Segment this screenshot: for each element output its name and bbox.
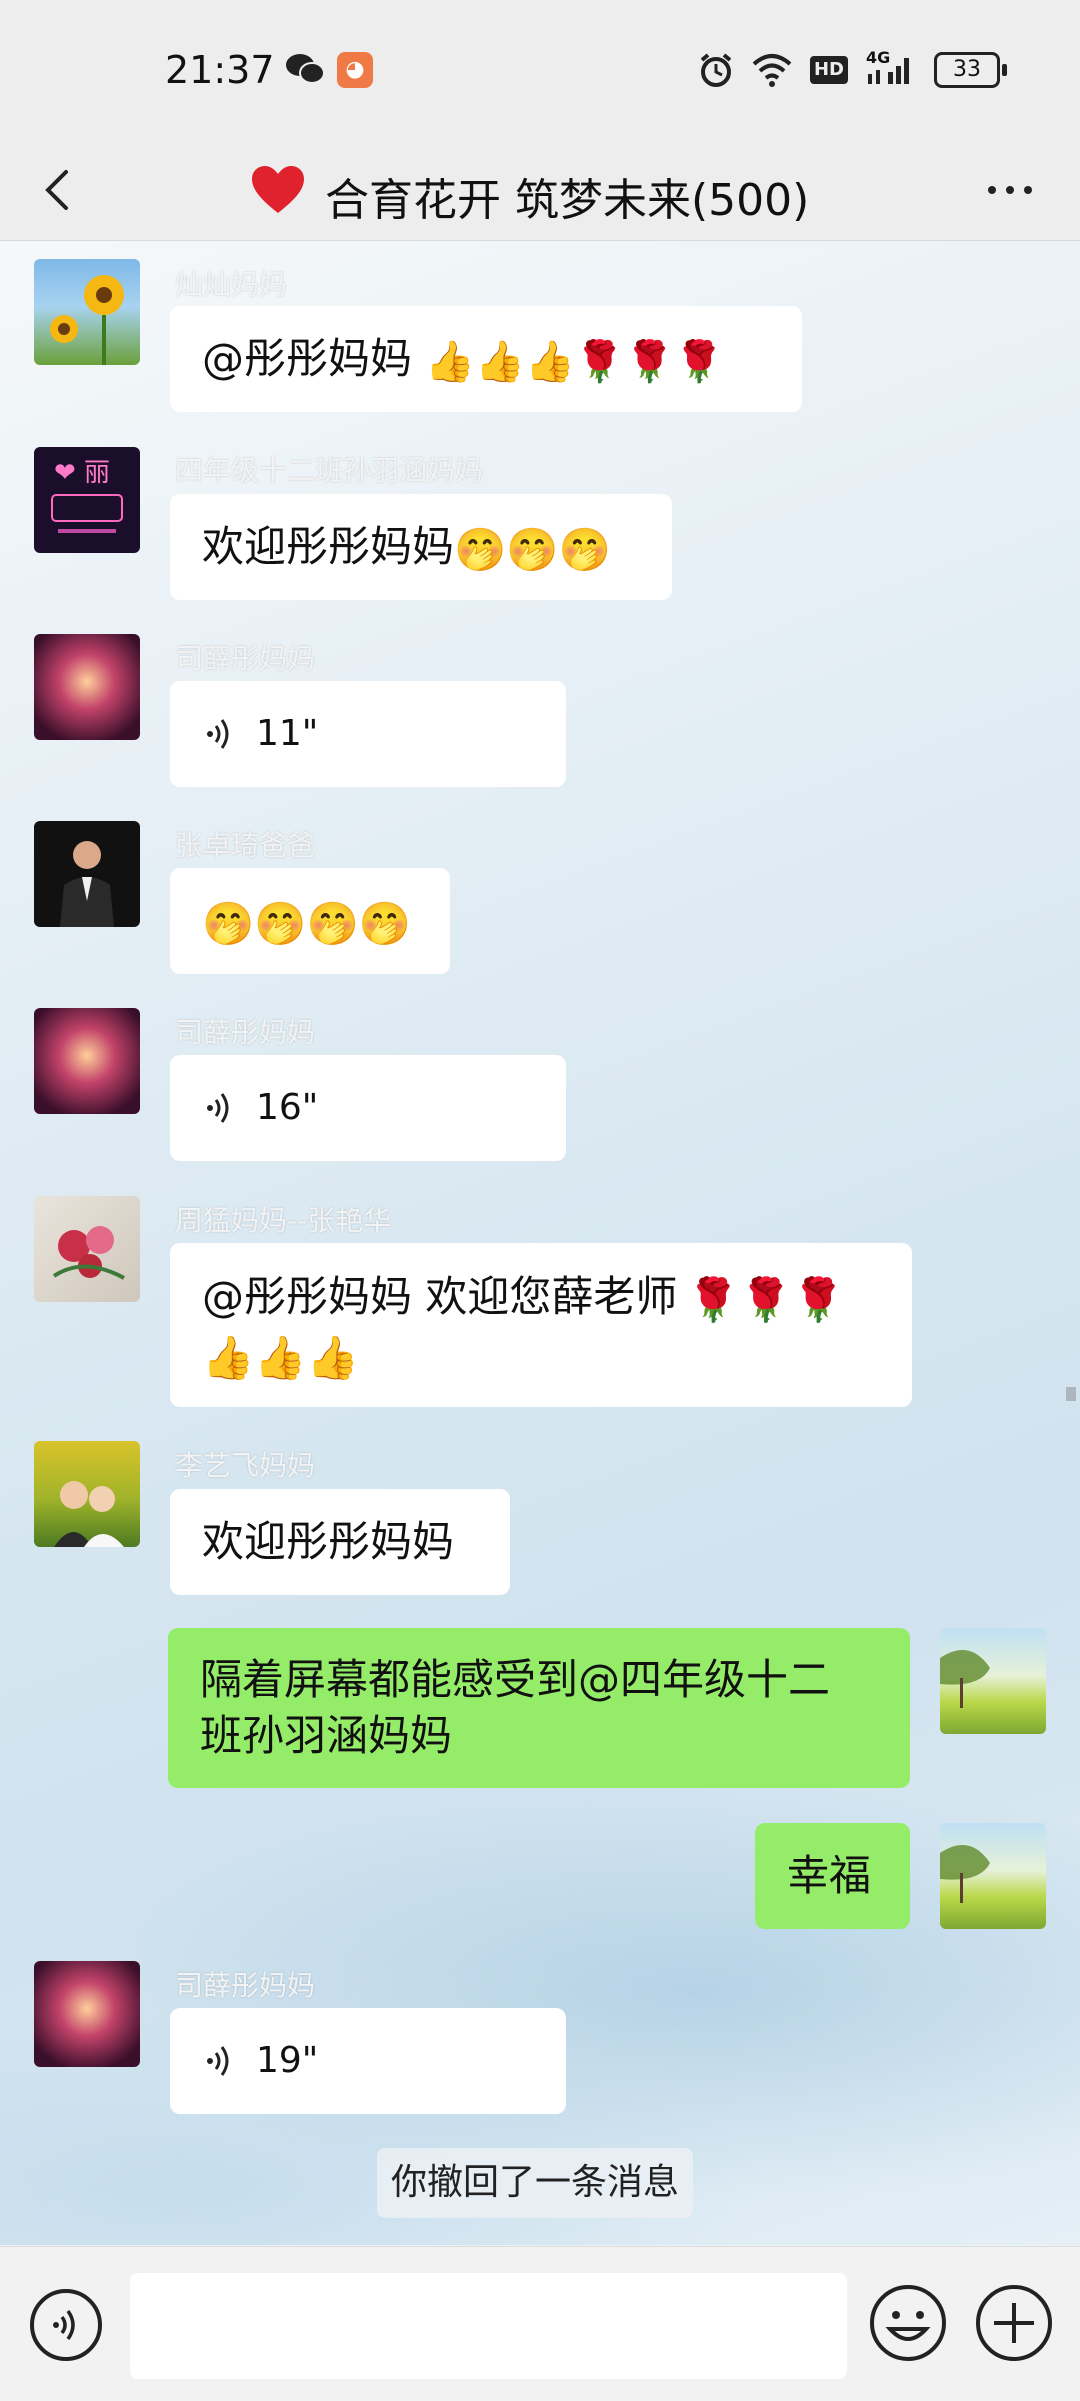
battery-indicator: 33 [934,52,1007,88]
wifi-icon [752,54,792,87]
message-text: 欢迎彤彤妈妈 [202,1517,455,1566]
more-dots-icon[interactable] [980,160,1040,220]
status-time: 21:37 [165,48,275,92]
emoji-sequence: 🤭🤭🤭 [454,524,611,574]
message-text-line: 班孙羽涵妈妈 [200,1711,453,1760]
chat-messages[interactable]: 灿灿妈妈 @彤彤妈妈 👍👍👍🌹🌹🌹 ❤ 丽 四年级十二班孙羽涵妈妈 欢迎彤彤妈妈… [0,241,1080,2245]
emoji-sequence: 🌹🌹🌹 [687,1274,845,1324]
voice-duration: 16" [256,1087,319,1128]
message-bubble[interactable]: 欢迎彤彤妈妈🤭🤭🤭 [170,494,672,600]
recall-notice: 你撤回了一条消息 [377,2148,694,2218]
message-text: @彤彤妈妈 欢迎您薛老师 [202,1272,678,1321]
message-text: @彤彤妈妈 [202,334,426,383]
sender-name: 灿灿妈妈 [175,268,288,301]
my-avatar[interactable] [940,1823,1046,1929]
signal-icon: 4G [866,48,916,88]
emoji-sequence: 👍👍👍 [202,1333,359,1382]
avatar[interactable] [34,634,140,740]
avatar[interactable]: ❤ 丽 [34,447,140,553]
alarm-icon [700,53,732,87]
emoji-icon[interactable] [868,2283,948,2363]
plus-icon[interactable] [974,2283,1054,2363]
my-avatar[interactable] [940,1628,1046,1734]
voice-message[interactable]: 16" [170,1055,566,1161]
app-notification-icon: ◕ [337,52,373,88]
voice-icon [207,719,229,749]
input-bar [0,2246,1080,2401]
sender-name: 司薛彤妈妈 [175,1016,316,1049]
sender-name: 周猛妈妈--张艳华 [175,1204,392,1237]
voice-icon [207,1093,229,1123]
avatar[interactable] [34,1961,140,2067]
scroll-indicator[interactable] [1066,1387,1076,1401]
hd-icon: HD [809,56,848,84]
message-bubble[interactable]: @彤彤妈妈 欢迎您薛老师 🌹🌹🌹 👍👍👍 [170,1243,912,1407]
sender-name: 司薛彤妈妈 [175,642,316,675]
message-bubble[interactable]: 🤭🤭🤭🤭 [170,868,450,974]
message-bubble[interactable]: @彤彤妈妈 👍👍👍🌹🌹🌹 [170,306,802,412]
sender-name: 司薛彤妈妈 [175,1969,316,2002]
avatar[interactable] [34,1008,140,1114]
chevron-left-icon[interactable] [30,160,90,220]
voice-message[interactable]: 19" [170,2008,566,2114]
my-message-bubble[interactable]: 隔着屏幕都能感受到@四年级十二 班孙羽涵妈妈 [168,1628,910,1788]
heart-icon [252,166,304,213]
chat-title: 合育花开 筑梦未来(500) [325,175,810,226]
emoji-sequence: 🤭🤭🤭🤭 [202,898,412,948]
message-input[interactable] [130,2273,847,2379]
svg-text:❤ 丽: ❤ 丽 [54,458,110,488]
voice-input-icon[interactable] [28,2287,104,2363]
my-message-bubble[interactable]: 幸福 [755,1823,910,1929]
message-text: 幸福 [787,1851,872,1900]
wechat-icon [286,54,325,84]
voice-duration: 19" [256,2040,319,2081]
voice-duration: 11" [256,713,319,754]
avatar[interactable] [34,1441,140,1547]
sender-name: 张卓琦爸爸 [175,829,316,862]
avatar[interactable] [34,821,140,927]
voice-icon [207,2046,229,2076]
message-text-line: 隔着屏幕都能感受到@四年级十二 [200,1655,831,1704]
chat-header: 合育花开 筑梦未来(500) [0,140,1080,241]
status-icons: HD 4G 33 [698,48,1007,90]
status-bar: 21:37 ◕ HD 4G 33 [0,0,1080,140]
sender-name: 四年级十二班孙羽涵妈妈 [175,454,484,487]
emoji-sequence: 👍👍👍🌹🌹🌹 [425,338,725,385]
voice-message[interactable]: 11" [170,681,566,787]
avatar[interactable] [34,1196,140,1302]
message-bubble[interactable]: 欢迎彤彤妈妈 [170,1489,510,1595]
sender-name: 李艺飞妈妈 [175,1449,316,1482]
message-text: 欢迎彤彤妈妈 [202,522,455,571]
avatar[interactable] [34,259,140,365]
